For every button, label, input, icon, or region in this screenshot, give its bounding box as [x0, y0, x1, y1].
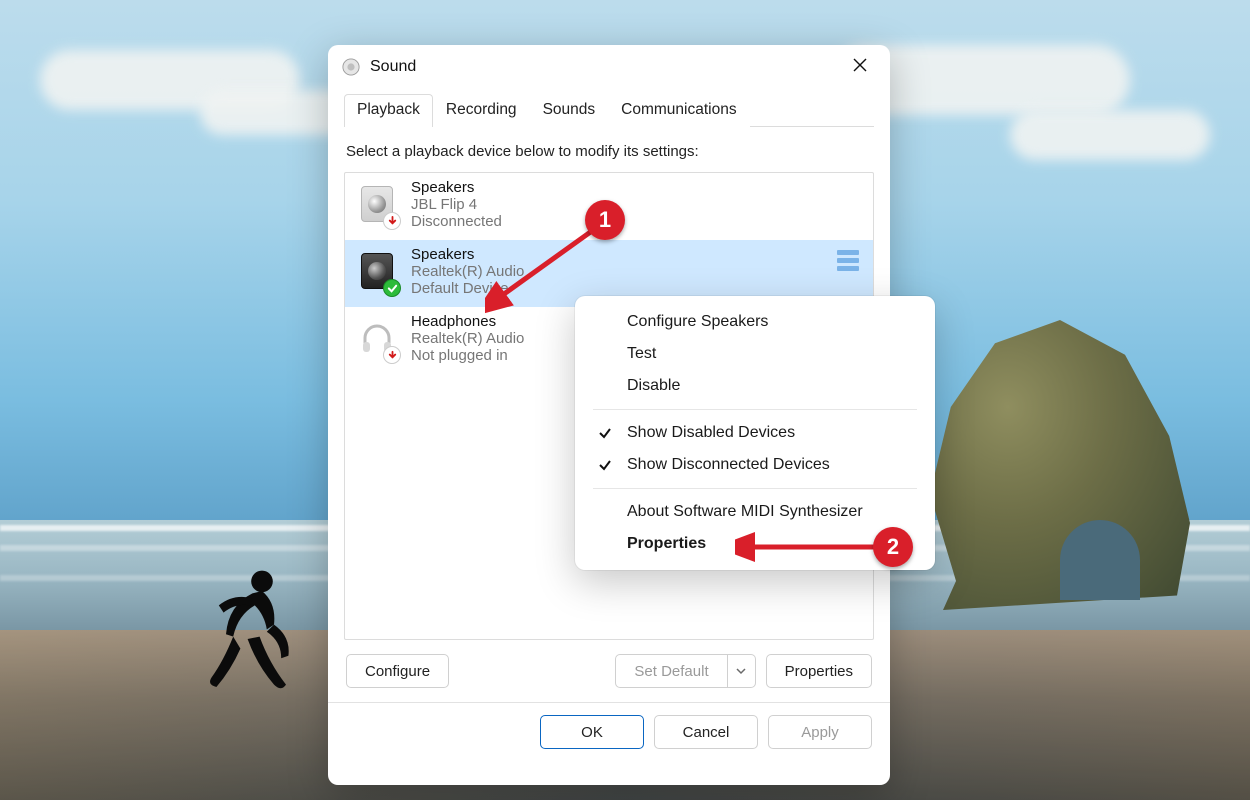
menu-show-disconnected[interactable]: Show Disconnected Devices: [575, 449, 935, 481]
volume-level-icon: [837, 250, 859, 271]
chevron-down-icon: [736, 662, 746, 680]
tab-playback[interactable]: Playback: [344, 94, 433, 127]
speaker-icon: [357, 181, 397, 226]
checkmark-icon: [597, 458, 613, 472]
annotation-marker-2: 2: [873, 527, 913, 567]
apply-button[interactable]: Apply: [768, 715, 872, 749]
set-default-button[interactable]: Set Default: [615, 654, 727, 688]
menu-configure-speakers[interactable]: Configure Speakers: [575, 306, 935, 338]
unplugged-badge-icon: [383, 346, 401, 364]
default-badge-icon: [383, 279, 401, 297]
set-default-dropdown[interactable]: [728, 654, 756, 688]
menu-test[interactable]: Test: [575, 338, 935, 370]
checkmark-icon: [597, 426, 613, 440]
tab-strip: Playback Recording Sounds Communications: [344, 93, 874, 126]
annotation-arrow-2: [735, 530, 885, 564]
device-name: Headphones: [411, 313, 524, 330]
menu-about-midi[interactable]: About Software MIDI Synthesizer: [575, 496, 935, 528]
device-status: Not plugged in: [411, 347, 524, 364]
runner-silhouette: [190, 565, 310, 725]
annotation-marker-1: 1: [585, 200, 625, 240]
desktop-wallpaper: Sound Playback Recording Sounds Communic…: [0, 0, 1250, 800]
device-context-menu: Configure Speakers Test Disable Show Dis…: [575, 296, 935, 570]
tab-communications[interactable]: Communications: [608, 94, 749, 127]
configure-button[interactable]: Configure: [346, 654, 449, 688]
close-icon: [853, 58, 867, 77]
rock-arch: [1060, 520, 1140, 600]
window-title: Sound: [370, 58, 416, 76]
set-default-split-button[interactable]: Set Default: [615, 654, 755, 688]
speaker-icon: [357, 248, 397, 293]
cancel-button[interactable]: Cancel: [654, 715, 758, 749]
properties-button[interactable]: Properties: [766, 654, 872, 688]
sound-icon: [342, 58, 360, 76]
tab-recording[interactable]: Recording: [433, 94, 530, 127]
headphones-icon: [357, 315, 397, 360]
titlebar[interactable]: Sound: [328, 45, 890, 89]
tab-sounds[interactable]: Sounds: [530, 94, 609, 127]
device-driver: Realtek(R) Audio: [411, 330, 524, 347]
close-button[interactable]: [838, 50, 882, 84]
disconnected-badge-icon: [383, 212, 401, 230]
ok-button[interactable]: OK: [540, 715, 644, 749]
device-name: Speakers: [411, 179, 502, 196]
menu-disable[interactable]: Disable: [575, 370, 935, 402]
menu-show-disabled[interactable]: Show Disabled Devices: [575, 417, 935, 449]
instruction-text: Select a playback device below to modify…: [346, 143, 872, 160]
